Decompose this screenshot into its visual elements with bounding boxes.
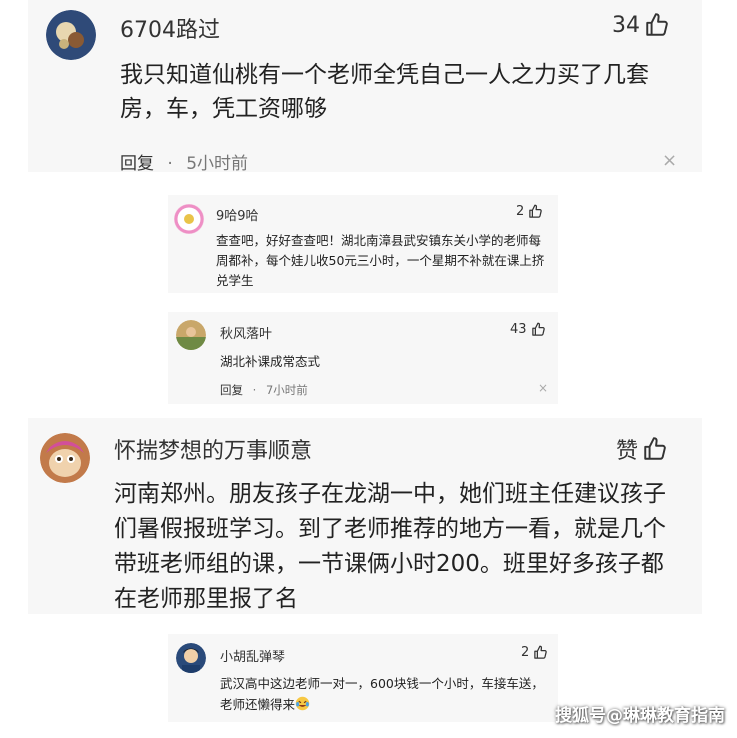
comment-1-reply-button[interactable]: 回复 bbox=[120, 154, 154, 174]
thumbs-up-icon bbox=[646, 13, 668, 36]
reply-1-1-like-count: 2 bbox=[516, 204, 525, 219]
reply-1-2-like-count: 43 bbox=[510, 322, 527, 337]
meta-separator: · bbox=[252, 383, 257, 397]
watermark: 搜狐号@琳琳教育指南 bbox=[555, 706, 725, 726]
thumbs-up-icon bbox=[534, 645, 548, 659]
reply-2-1-like-count: 2 bbox=[521, 645, 530, 660]
reply-1-2-close-icon[interactable]: × bbox=[538, 381, 548, 395]
comment-1-like-count: 34 bbox=[612, 12, 640, 38]
laughing-crying-emoji-icon bbox=[295, 696, 310, 711]
reply-2-1-text: 武汉高中这边老师一对一，600块钱一个小时，车接车送，老师还懒得来 bbox=[220, 673, 555, 715]
comment-1-username[interactable]: 6704路过 bbox=[120, 12, 220, 44]
comment-1-time: 5小时前 bbox=[186, 154, 249, 174]
comment-1-meta: 回复 · 5小时前 bbox=[120, 149, 248, 174]
thumbs-up-icon bbox=[529, 204, 543, 218]
comment-2-like-label: 赞 bbox=[616, 439, 639, 464]
reply-1-2-meta: 回复 · 7小时前 bbox=[220, 382, 308, 398]
avatar-qiufeng[interactable] bbox=[176, 320, 206, 350]
reply-1-2-username[interactable]: 秋风落叶 bbox=[220, 323, 272, 342]
reply-1-2-like-button[interactable]: 43 bbox=[510, 322, 546, 337]
avatar-6704[interactable] bbox=[46, 10, 96, 60]
comment-1-close-icon[interactable]: × bbox=[662, 150, 677, 171]
comment-1-text: 我只知道仙桃有一个老师全凭自己一人之力买了几套房，车，凭工资哪够 bbox=[120, 62, 649, 122]
comment-2-like-button[interactable]: 赞 bbox=[616, 433, 668, 465]
thumbs-up-icon bbox=[531, 322, 545, 336]
avatar-huaichuai[interactable] bbox=[40, 433, 90, 483]
reply-1-2-text: 湖北补课成常态式 bbox=[220, 354, 321, 369]
reply-2-1-like-button[interactable]: 2 bbox=[521, 645, 548, 660]
reply-1-2-reply-button[interactable]: 回复 bbox=[220, 383, 243, 397]
comment-1-like-button[interactable]: 34 bbox=[612, 12, 670, 38]
meta-separator: · bbox=[167, 154, 173, 174]
comment-2-text: 河南郑州。朋友孩子在龙湖一中，她们班主任建议孩子们暑假报班学习。到了老师推荐的地… bbox=[114, 481, 666, 612]
reply-1-1-text: 查查吧，好好查查吧！湖北南漳县武安镇东关小学的老师每周都补，每个娃儿收50元三小… bbox=[216, 233, 545, 288]
avatar-xiaohu[interactable] bbox=[176, 643, 206, 673]
thumbs-up-icon bbox=[644, 437, 666, 460]
reply-1-1-username[interactable]: 9哈9哈 bbox=[216, 205, 259, 224]
reply-2-1-text-content: 武汉高中这边老师一对一，600块钱一个小时，车接车送，老师还懒得来 bbox=[220, 676, 544, 712]
reply-1-1-like-button[interactable]: 2 bbox=[516, 204, 543, 219]
reply-2-1-username[interactable]: 小胡乱弹琴 bbox=[220, 646, 285, 665]
avatar-9ha9ha[interactable] bbox=[174, 204, 204, 234]
reply-1-2-time: 7小时前 bbox=[265, 383, 308, 397]
comment-2-username[interactable]: 怀揣梦想的万事顺意 bbox=[114, 433, 312, 465]
